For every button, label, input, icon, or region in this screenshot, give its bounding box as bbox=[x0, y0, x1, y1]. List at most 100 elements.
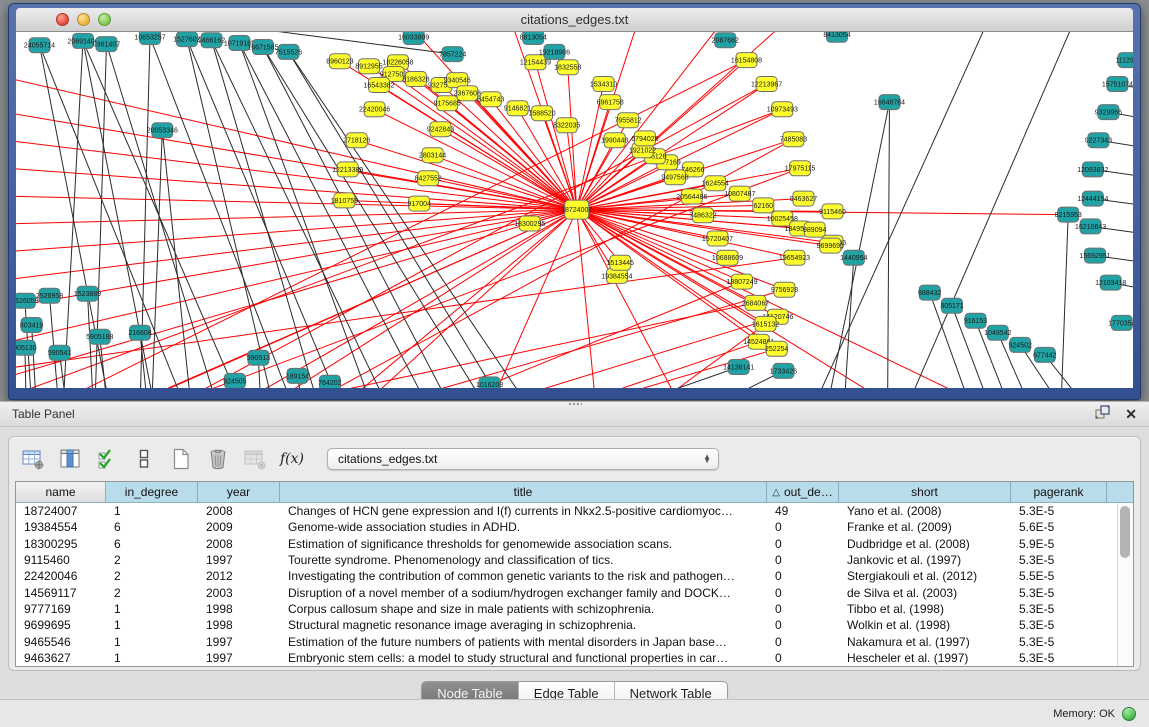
memory-ok-icon[interactable] bbox=[1122, 707, 1136, 721]
network-node[interactable]: 9242843 bbox=[427, 122, 454, 137]
network-node[interactable]: 6961758 bbox=[597, 95, 624, 110]
network-node[interactable]: 677442 bbox=[1033, 347, 1056, 362]
row-height-icon[interactable] bbox=[132, 447, 156, 471]
table-row[interactable]: 1872400712008Changes of HCN gene express… bbox=[16, 503, 1133, 519]
table-row[interactable]: 969969511998Structural magnetic resonanc… bbox=[16, 617, 1133, 633]
network-node[interactable]: 7485083 bbox=[780, 132, 807, 147]
table-row[interactable]: 1938455462009Genome-wide association stu… bbox=[16, 519, 1133, 535]
network-node[interactable]: 1588520 bbox=[528, 106, 555, 121]
close-window-icon[interactable] bbox=[56, 13, 69, 26]
network-node[interactable]: 1810755 bbox=[331, 193, 358, 208]
modify-table-icon[interactable] bbox=[21, 447, 45, 471]
column-header-name[interactable]: name bbox=[16, 482, 106, 502]
network-node[interactable]: 8427552 bbox=[415, 171, 442, 186]
network-node[interactable]: 9329966 bbox=[1095, 105, 1122, 120]
network-node[interactable]: 989094 bbox=[803, 222, 826, 237]
network-node[interactable]: 1770354 bbox=[1108, 315, 1133, 330]
table-row[interactable]: 2242004622012Investigating the contribut… bbox=[16, 568, 1133, 584]
network-node[interactable]: 1534310 bbox=[590, 77, 617, 92]
network-node[interactable]: 2718126 bbox=[343, 133, 370, 148]
network-node[interactable]: 18724007 bbox=[561, 200, 592, 219]
network-node[interactable]: 10653257 bbox=[134, 32, 165, 45]
table-row[interactable]: 911546021997Tourette syndrome. Phenomeno… bbox=[16, 552, 1133, 568]
network-node[interactable]: 1733426 bbox=[770, 363, 797, 378]
network-node[interactable]: 9463627 bbox=[790, 191, 817, 206]
network-node[interactable]: 590513 bbox=[247, 350, 270, 365]
network-node[interactable]: 1513445 bbox=[607, 255, 634, 270]
column-header-title[interactable]: title bbox=[280, 482, 767, 502]
network-node[interactable]: 917004 bbox=[408, 196, 431, 211]
network-canvas[interactable]: 1872400789601238912955182260589127503165… bbox=[16, 32, 1133, 388]
network-node[interactable]: 7857224 bbox=[439, 47, 466, 62]
network-node[interactable]: 9227343 bbox=[1085, 133, 1112, 148]
network-node[interactable]: 7515526 bbox=[275, 44, 302, 59]
network-node[interactable]: 7955812 bbox=[614, 113, 641, 128]
network-node[interactable]: 7486322 bbox=[689, 208, 716, 223]
network-node[interactable]: 1523889 bbox=[74, 286, 101, 301]
network-node[interactable]: 764202 bbox=[318, 375, 341, 388]
network-node[interactable]: 2087682 bbox=[712, 33, 739, 48]
network-node[interactable]: 2803144 bbox=[419, 148, 446, 163]
table-selector-dropdown[interactable]: citations_edges.txt ▲▼ bbox=[327, 448, 719, 470]
scrollbar-thumb[interactable] bbox=[1120, 506, 1130, 558]
network-node[interactable]: 8186328 bbox=[402, 72, 429, 87]
column-header-pagerank[interactable]: pagerank bbox=[1011, 482, 1107, 502]
select-columns-icon[interactable] bbox=[95, 447, 119, 471]
network-node[interactable]: 252254 bbox=[765, 341, 788, 356]
zoom-window-icon[interactable] bbox=[98, 13, 111, 26]
network-node[interactable]: 803419 bbox=[20, 318, 43, 333]
network-node[interactable]: 1049542 bbox=[984, 325, 1011, 340]
network-node[interactable]: 15751074 bbox=[1102, 77, 1133, 92]
network-node[interactable]: 16648784 bbox=[874, 95, 905, 110]
float-window-icon[interactable] bbox=[1095, 405, 1110, 424]
network-node[interactable]: 9115460 bbox=[819, 204, 846, 219]
network-node[interactable]: 16210643 bbox=[1075, 219, 1106, 234]
network-node[interactable]: 6794028 bbox=[631, 131, 658, 146]
minimize-window-icon[interactable] bbox=[77, 13, 90, 26]
network-node[interactable]: 9756928 bbox=[771, 282, 798, 297]
function-builder-icon[interactable]: f(x) bbox=[280, 447, 304, 471]
column-header-year[interactable]: year bbox=[198, 482, 280, 502]
network-node[interactable]: 14136141 bbox=[723, 360, 754, 375]
network-node[interactable]: 12093832 bbox=[1077, 162, 1108, 177]
network-node[interactable]: 17975115 bbox=[785, 161, 816, 176]
network-node[interactable]: 1016208 bbox=[476, 377, 503, 388]
splitter-grip-icon[interactable] bbox=[568, 402, 582, 406]
network-node[interactable]: 924502 bbox=[1009, 337, 1032, 352]
show-column-icon[interactable] bbox=[58, 447, 82, 471]
network-window[interactable]: citations_edges.txt 18724007896012389129… bbox=[8, 3, 1141, 400]
network-node[interactable]: 189154 bbox=[286, 368, 309, 383]
network-node[interactable]: 8215953 bbox=[1055, 207, 1082, 222]
network-node[interactable]: 924505 bbox=[223, 373, 246, 388]
network-node[interactable]: 905130 bbox=[16, 340, 37, 355]
network-node[interactable]: 10807487 bbox=[724, 186, 755, 201]
network-node[interactable]: 20564486 bbox=[676, 189, 707, 204]
network-node[interactable]: 2684067 bbox=[742, 295, 769, 310]
table-row[interactable]: 1456911722003Disruption of a novel membe… bbox=[16, 584, 1133, 600]
column-header-short[interactable]: short bbox=[839, 482, 1011, 502]
network-node[interactable]: 9361407 bbox=[93, 37, 120, 52]
network-node[interactable]: 15692951 bbox=[1079, 248, 1110, 263]
network-node[interactable]: 24055714 bbox=[24, 38, 55, 53]
network-node[interactable]: 8413054 bbox=[823, 32, 850, 42]
network-node[interactable]: 9699695 bbox=[817, 238, 844, 253]
network-node[interactable]: 1615132 bbox=[752, 316, 779, 331]
network-node[interactable]: 9146821 bbox=[504, 101, 531, 116]
network-node[interactable]: 8813054 bbox=[520, 32, 547, 45]
network-node[interactable]: 9466162 bbox=[198, 33, 225, 48]
table-row[interactable]: 977716911998Corpus callosum shape and si… bbox=[16, 601, 1133, 617]
delete-table-icon[interactable] bbox=[206, 447, 230, 471]
network-node[interactable]: 2526958 bbox=[36, 288, 63, 303]
network-node[interactable]: 1112954 bbox=[1115, 53, 1133, 68]
column-header-out-degree[interactable]: △out_de… bbox=[767, 482, 839, 502]
column-header-in-degree[interactable]: in_degree bbox=[106, 482, 198, 502]
new-table-icon[interactable] bbox=[169, 447, 193, 471]
network-node[interactable]: 10688609 bbox=[712, 250, 743, 265]
network-node[interactable]: 8960123 bbox=[326, 54, 353, 69]
network-node[interactable]: 916153 bbox=[964, 313, 987, 328]
network-node[interactable]: 12213389 bbox=[332, 162, 363, 177]
network-node[interactable]: 1990448 bbox=[601, 133, 628, 148]
network-node[interactable]: 9175685 bbox=[434, 96, 461, 111]
network-node[interactable]: 9497568 bbox=[661, 170, 688, 185]
close-panel-icon[interactable]: ✕ bbox=[1125, 407, 1137, 421]
